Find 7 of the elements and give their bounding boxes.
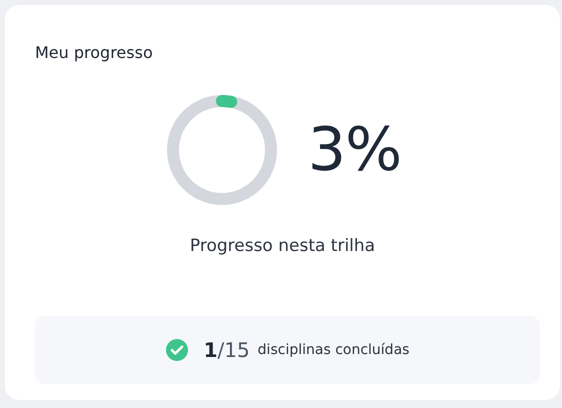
completed-count: 1 [204,338,218,362]
card-title: Meu progresso [35,43,154,62]
progress-percent: 3% [308,115,402,185]
total-count: /15 [217,338,250,362]
summary-label: disciplinas concluídas [258,342,410,358]
progress-caption: Progresso nesta trilha [188,236,376,256]
check-icon [166,339,188,361]
